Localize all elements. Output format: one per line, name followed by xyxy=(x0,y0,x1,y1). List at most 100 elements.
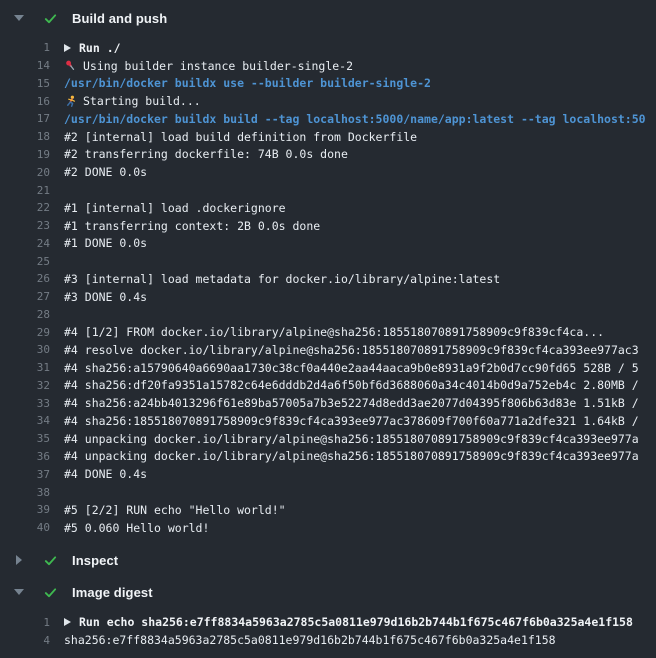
log-text-content: #4 sha256:a24bb4013296f61e89ba57005a7b3e… xyxy=(64,396,639,410)
log-text-content: Run echo sha256:e7ff8834a5963a2785c5a081… xyxy=(79,615,633,629)
log-line: 20 #2 DONE 0.0s xyxy=(0,163,656,181)
line-number[interactable]: 28 xyxy=(0,308,50,321)
log-text: Run echo sha256:e7ff8834a5963a2785c5a081… xyxy=(64,615,633,629)
line-number[interactable]: 38 xyxy=(0,486,50,499)
line-number[interactable]: 40 xyxy=(0,521,50,534)
log-text: /usr/bin/docker buildx use --builder bui… xyxy=(64,76,431,90)
log-line: 1 Run echo sha256:e7ff8834a5963a2785c5a08… xyxy=(0,613,656,631)
log-text-content: sha256:e7ff8834a5963a2785c5a0811e979d16b… xyxy=(64,633,556,647)
log-line: 40 #5 0.060 Hello world! xyxy=(0,519,656,537)
log-text-content: /usr/bin/docker buildx use --builder bui… xyxy=(64,76,431,90)
log-text-content: #1 transferring context: 2B 0.0s done xyxy=(64,219,320,233)
section-header-inspect[interactable]: Inspect xyxy=(0,548,656,572)
line-number[interactable]: 1 xyxy=(0,41,50,54)
line-number[interactable]: 36 xyxy=(0,450,50,463)
log-line: 24 #1 DONE 0.0s xyxy=(0,234,656,252)
log-text: Using builder instance builder-single-2 xyxy=(64,59,353,73)
section-title: Inspect xyxy=(72,553,118,568)
log-line: 36 #4 unpacking docker.io/library/alpine@… xyxy=(0,448,656,466)
log-text-content: Using builder instance builder-single-2 xyxy=(83,59,353,73)
section-header-build-and-push[interactable]: Build and push xyxy=(0,6,656,30)
log-text: #4 sha256:a24bb4013296f61e89ba57005a7b3e… xyxy=(64,396,639,410)
log-text: /usr/bin/docker buildx build --tag local… xyxy=(64,112,646,126)
pushpin-icon xyxy=(64,59,77,72)
chevron-down-icon[interactable] xyxy=(14,589,24,595)
line-number[interactable]: 27 xyxy=(0,290,50,303)
log-text-content: #2 transferring dockerfile: 74B 0.0s don… xyxy=(64,147,348,161)
log-text: sha256:e7ff8834a5963a2785c5a0811e979d16b… xyxy=(64,633,556,647)
log-text-content: Run ./ xyxy=(79,41,121,55)
section-header-image-digest[interactable]: Image digest xyxy=(0,580,656,604)
log-text: #1 transferring context: 2B 0.0s done xyxy=(64,219,320,233)
log-text-content: #1 DONE 0.0s xyxy=(64,236,147,250)
line-number[interactable]: 14 xyxy=(0,59,50,72)
log-text: #1 [internal] load .dockerignore xyxy=(64,201,286,215)
log-text-content: #4 unpacking docker.io/library/alpine@sh… xyxy=(64,432,639,446)
log-line: 30 #4 resolve docker.io/library/alpine@sh… xyxy=(0,341,656,359)
chevron-right-icon[interactable] xyxy=(16,555,22,565)
line-number[interactable]: 23 xyxy=(0,219,50,232)
line-number[interactable]: 39 xyxy=(0,503,50,516)
log-line: 14 Using builder instance builder-single-… xyxy=(0,57,656,75)
log-line: 16 Starting build... xyxy=(0,92,656,110)
line-number[interactable]: 30 xyxy=(0,343,50,356)
line-number[interactable]: 21 xyxy=(0,184,50,197)
log-line: 4 sha256:e7ff8834a5963a2785c5a0811e979d16… xyxy=(0,631,656,649)
line-number[interactable]: 25 xyxy=(0,255,50,268)
line-number[interactable]: 4 xyxy=(0,634,50,647)
line-number[interactable]: 29 xyxy=(0,326,50,339)
log-line: 19 #2 transferring dockerfile: 74B 0.0s d… xyxy=(0,146,656,164)
line-number[interactable]: 33 xyxy=(0,397,50,410)
log-text-content: #4 sha256:df20fa9351a15782c64e6dddb2d4a6… xyxy=(64,378,639,392)
log-line: 17/usr/bin/docker buildx build --tag loc… xyxy=(0,110,656,128)
line-number[interactable]: 24 xyxy=(0,237,50,250)
log-text: #2 transferring dockerfile: 74B 0.0s don… xyxy=(64,147,348,161)
line-number[interactable]: 22 xyxy=(0,201,50,214)
line-number[interactable]: 34 xyxy=(0,414,50,427)
line-number[interactable]: 16 xyxy=(0,95,50,108)
log-line: 22 #1 [internal] load .dockerignore xyxy=(0,199,656,217)
line-number[interactable]: 31 xyxy=(0,361,50,374)
line-number[interactable]: 15 xyxy=(0,77,50,90)
line-number[interactable]: 26 xyxy=(0,272,50,285)
log-text-content: #4 resolve docker.io/library/alpine@sha2… xyxy=(64,343,639,357)
log-line: 21 xyxy=(0,181,656,199)
line-number[interactable]: 32 xyxy=(0,379,50,392)
log-line: 28 xyxy=(0,305,656,323)
log-text: #5 0.060 Hello world! xyxy=(64,521,209,535)
log-text: #3 [internal] load metadata for docker.i… xyxy=(64,272,500,286)
log-line: 26 #3 [internal] load metadata for docker… xyxy=(0,270,656,288)
log-line: 35 #4 unpacking docker.io/library/alpine@… xyxy=(0,430,656,448)
log-text-content: #4 sha256:185518070891758909c9f839cf4ca3… xyxy=(64,414,639,428)
line-number[interactable]: 20 xyxy=(0,166,50,179)
log-text: #4 sha256:a15790640a6690aa1730c38cf0a440… xyxy=(64,361,639,375)
line-number[interactable]: 18 xyxy=(0,130,50,143)
log-text: #3 DONE 0.4s xyxy=(64,290,147,304)
log-text: Starting build... xyxy=(64,94,201,108)
section-title: Image digest xyxy=(72,585,153,600)
expand-run-group-icon[interactable] xyxy=(64,618,71,626)
log-line: 29 #4 [1/2] FROM docker.io/library/alpine… xyxy=(0,323,656,341)
log-line: 1 Run ./ xyxy=(0,39,656,57)
log-text-content: #5 [2/2] RUN echo "Hello world!" xyxy=(64,503,286,517)
log-text: #4 sha256:df20fa9351a15782c64e6dddb2d4a6… xyxy=(64,378,639,392)
chevron-down-icon[interactable] xyxy=(14,15,24,21)
expand-run-group-icon[interactable] xyxy=(64,44,71,52)
line-number[interactable]: 35 xyxy=(0,432,50,445)
log-block-build-and-push: 1 Run ./ 14 Using builder instance builder-… xyxy=(0,39,656,536)
log-line: 31 #4 sha256:a15790640a6690aa1730c38cf0a4… xyxy=(0,359,656,377)
log-text-content: Starting build... xyxy=(83,94,201,108)
log-text-content: #1 [internal] load .dockerignore xyxy=(64,201,286,215)
log-text: #4 unpacking docker.io/library/alpine@sh… xyxy=(64,449,639,463)
line-number[interactable]: 37 xyxy=(0,468,50,481)
check-icon xyxy=(43,585,58,600)
log-text-content: #4 [1/2] FROM docker.io/library/alpine@s… xyxy=(64,325,604,339)
log-text: #2 DONE 0.0s xyxy=(64,165,147,179)
line-number[interactable]: 17 xyxy=(0,112,50,125)
line-number[interactable]: 1 xyxy=(0,616,50,629)
log-text-content: #2 DONE 0.0s xyxy=(64,165,147,179)
log-line: 37#4 DONE 0.4s xyxy=(0,465,656,483)
log-text-content: #5 0.060 Hello world! xyxy=(64,521,209,535)
line-number[interactable]: 19 xyxy=(0,148,50,161)
log-line: 34 #4 sha256:185518070891758909c9f839cf4c… xyxy=(0,412,656,430)
